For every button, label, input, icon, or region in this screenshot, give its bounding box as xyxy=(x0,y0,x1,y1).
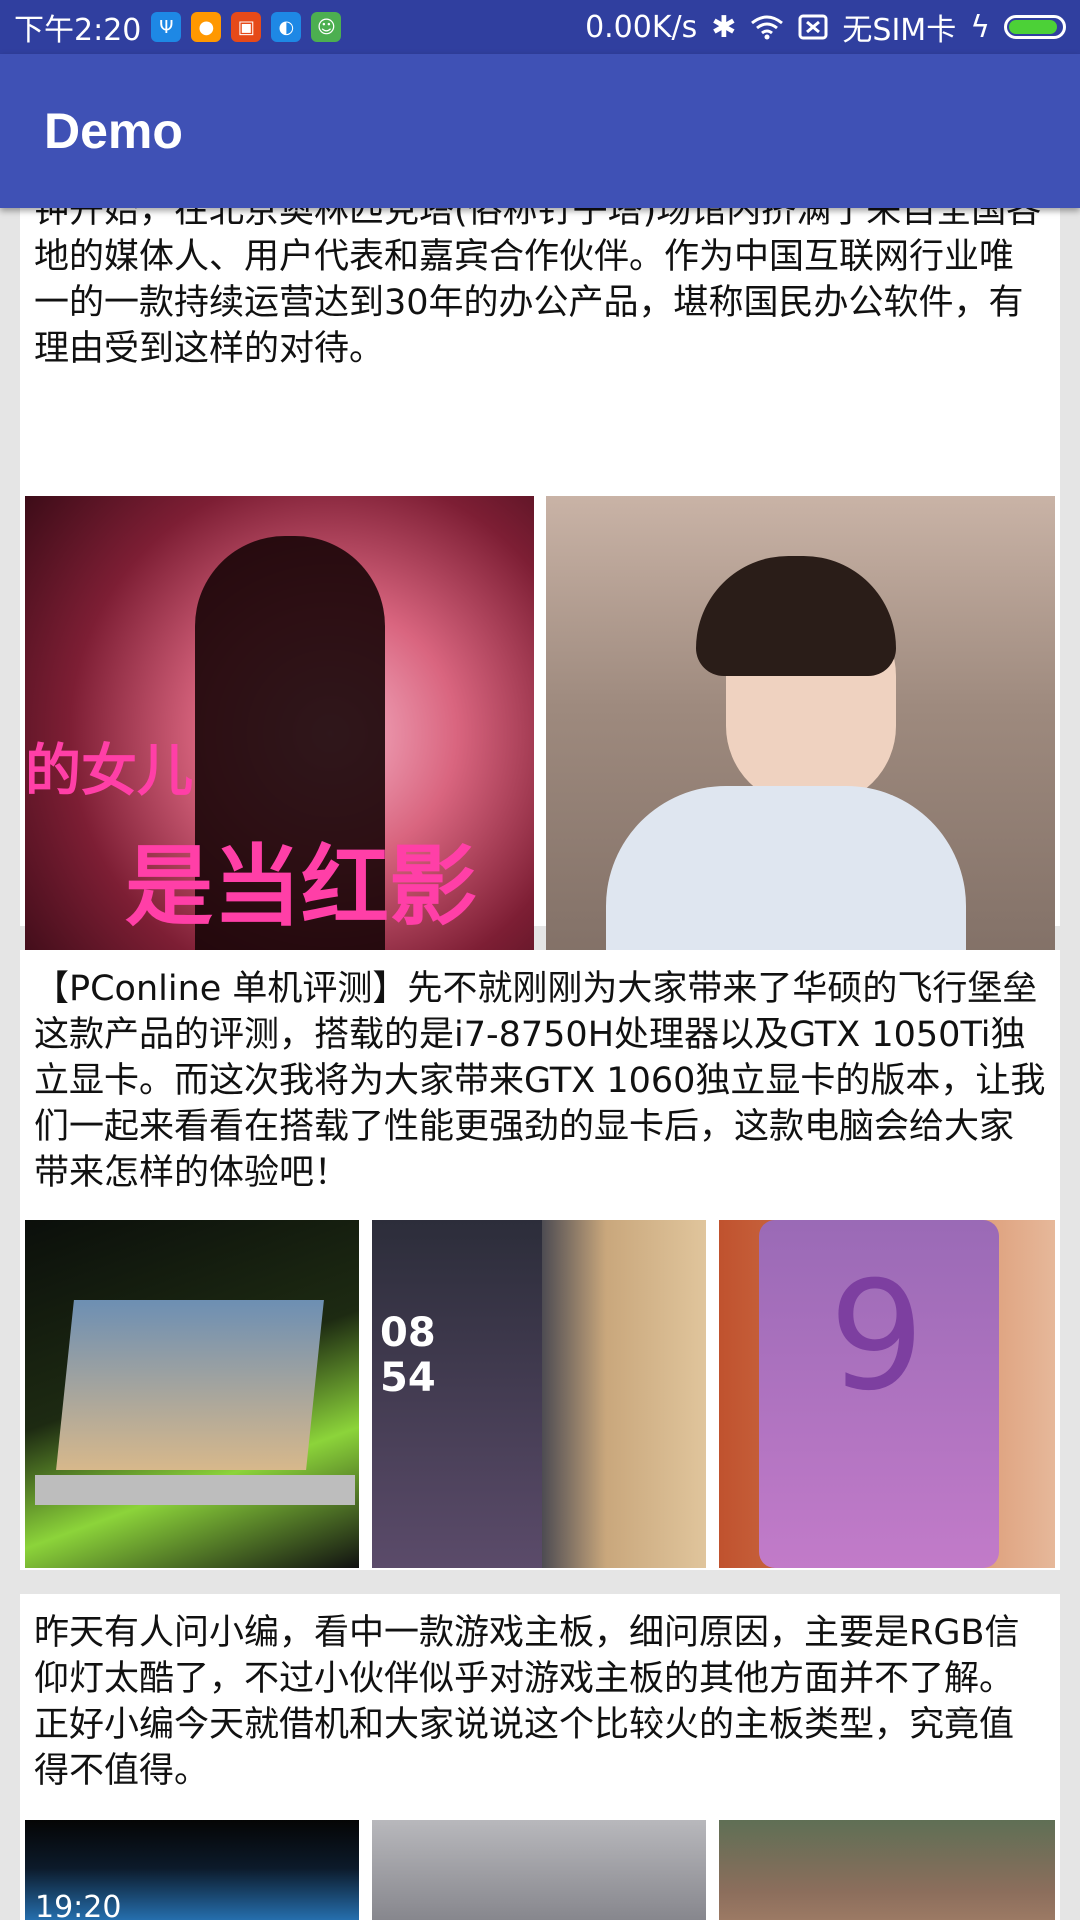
usb-icon: Ψ xyxy=(151,12,182,42)
news-card[interactable]: 钟开始，在北京奥林匹克塔(俗称钉子塔)场馆内挤满了来自全国各地的媒体人、用户代表… xyxy=(20,208,1060,1024)
battery-icon xyxy=(1004,15,1066,39)
news-card[interactable]: 【PConline 单机评测】先不就刚刚为大家带来了华硕的飞行堡垒这款产品的评测… xyxy=(20,950,1060,1570)
charging-icon: ϟ xyxy=(970,9,990,45)
no-sim-icon xyxy=(798,14,828,40)
news-image-phone-blue[interactable]: 19:20 xyxy=(25,1820,359,1920)
news-card-text: 【PConline 单机评测】先不就刚刚为大家带来了华硕的飞行堡垒这款产品的评测… xyxy=(34,969,1046,1193)
news-card[interactable]: 昨天有人问小编，看中一款游戏主板，细问原因，主要是RGB信仰灯太酷了，不过小伙伴… xyxy=(20,1594,1060,1920)
news-image-actress[interactable] xyxy=(546,496,1055,1024)
status-bar: 下午2:20 Ψ ● ▣ ◐ ☺ 0.00K/s ✱ 无SIM卡 ϟ xyxy=(0,0,1080,54)
app-icon-blue: ◐ xyxy=(271,12,302,42)
news-card-text: 钟开始，在北京奥林匹克塔(俗称钉子塔)场馆内挤满了来自全国各地的媒体人、用户代表… xyxy=(34,208,1042,369)
news-image-building[interactable] xyxy=(719,1820,1055,1920)
bluetooth-icon: ✱ xyxy=(711,9,737,45)
carrier-label: 无SIM卡 xyxy=(842,13,957,48)
news-image-laptop[interactable] xyxy=(25,1220,359,1568)
news-feed[interactable]: 钟开始，在北京奥林匹克塔(俗称钉子塔)场馆内挤满了来自全国各地的媒体人、用户代表… xyxy=(0,208,1080,1920)
net-speed: 0.00K/s xyxy=(585,9,698,45)
app-icon-sohu: ▣ xyxy=(231,12,262,42)
app-bar: Demo xyxy=(0,54,1080,208)
app-icon-orange: ● xyxy=(191,12,222,42)
app-title: Demo xyxy=(44,103,183,159)
android-icon: ☺ xyxy=(311,12,342,42)
news-image-phone-edge[interactable]: 08 54 xyxy=(372,1220,706,1568)
news-image-galaxy-note[interactable]: 9 xyxy=(719,1220,1055,1568)
news-image-silhouette[interactable]: 的女儿 是当红影 xyxy=(25,496,534,1024)
news-image-street-gray[interactable] xyxy=(372,1820,706,1920)
news-card-text: 昨天有人问小编，看中一款游戏主板，细问原因，主要是RGB信仰灯太酷了，不过小伙伴… xyxy=(34,1613,1020,1791)
status-time: 下午2:20 xyxy=(14,13,142,48)
wifi-icon xyxy=(751,15,784,40)
